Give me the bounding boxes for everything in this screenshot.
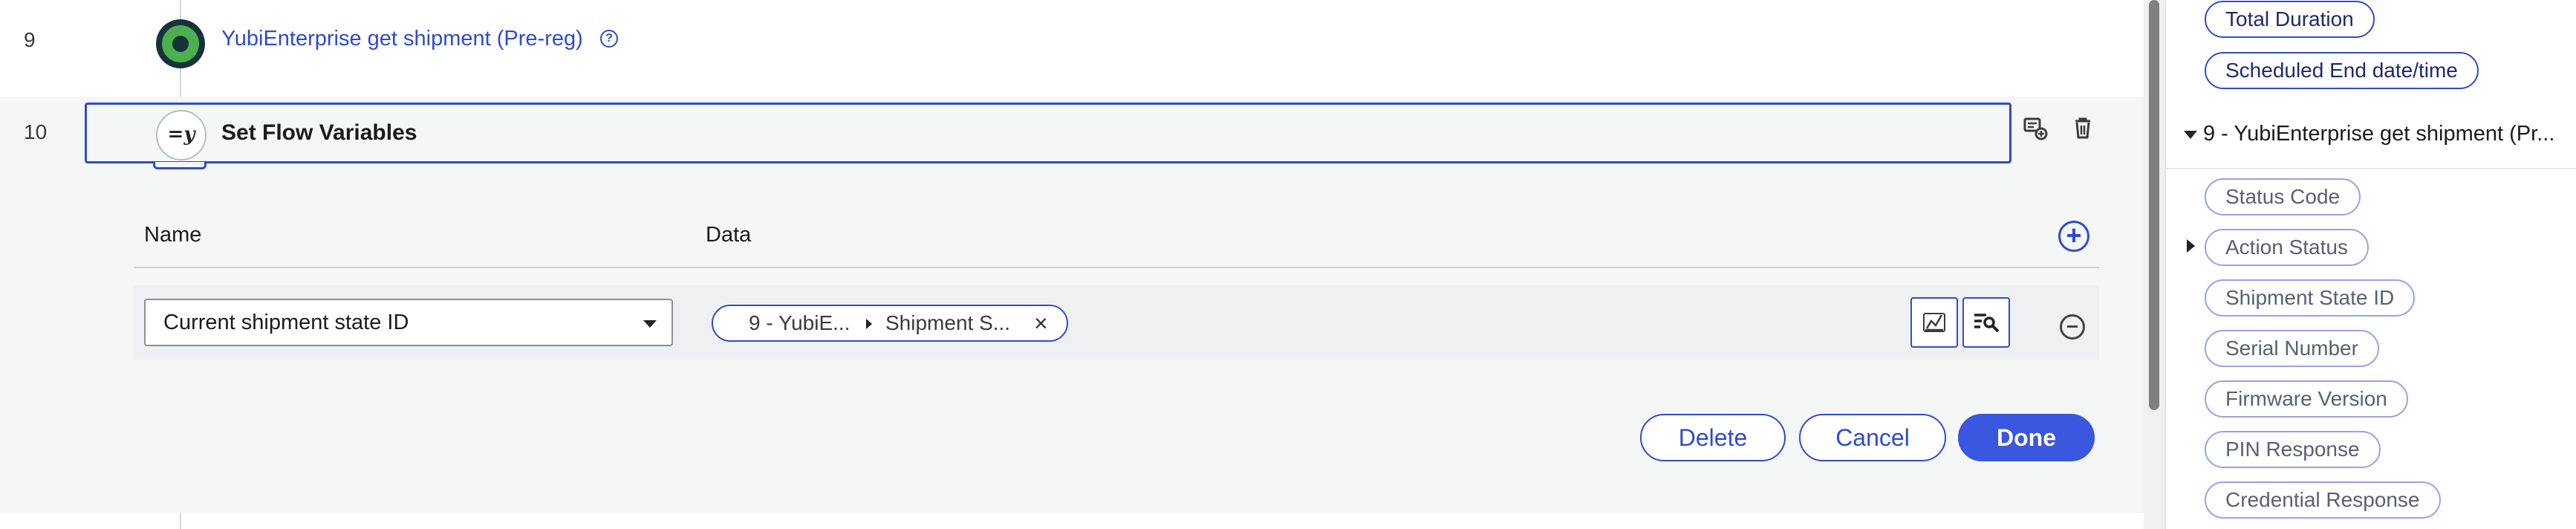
done-button[interactable]: Done	[1958, 414, 2095, 461]
step-number: 9	[24, 28, 36, 51]
expression-icon	[1923, 313, 1945, 332]
data-reference-pill[interactable]: 9 - YubiE... Shipment S... ×	[712, 305, 1068, 342]
flow-canvas: 9 YubiEnterprise get shipment (Pre-reg) …	[0, 0, 2144, 529]
data-chip[interactable]: Scheduled End date/time	[2205, 52, 2479, 89]
selected-step-tab	[153, 162, 206, 169]
variable-name-value: Current shipment state ID	[163, 311, 409, 334]
panel-border	[2164, 0, 2166, 529]
chevron-down-icon	[643, 320, 657, 328]
data-chip[interactable]: Status Code	[2205, 178, 2361, 215]
panel-section-header[interactable]: 9 - YubiEnterprise get shipment (Pr...	[2178, 120, 2572, 150]
data-chip[interactable]: Credential Response	[2205, 481, 2441, 519]
flow-connector-line	[180, 513, 181, 529]
set-variables-icon: =y	[156, 110, 206, 160]
variable-name-select[interactable]: Current shipment state ID	[144, 299, 673, 346]
column-header-data: Data	[706, 223, 752, 247]
close-icon[interactable]: ×	[1034, 306, 1048, 340]
step-number: 10	[24, 120, 48, 143]
section-divider	[2164, 168, 2576, 169]
expression-button[interactable]	[1910, 297, 1958, 348]
add-row-button[interactable]: +	[2058, 221, 2089, 252]
help-icon[interactable]: ?	[600, 30, 618, 48]
scrollbar-thumb[interactable]	[2149, 0, 2159, 410]
flow-connector-line	[180, 0, 181, 19]
node-dot	[172, 36, 189, 52]
pill-segment-step: 9 - YubiE...	[749, 311, 850, 334]
data-chip[interactable]: Serial Number	[2205, 330, 2379, 367]
data-chip[interactable]: Total Duration	[2205, 1, 2375, 38]
copy-step-icon[interactable]	[2022, 114, 2049, 141]
data-picker-button[interactable]	[1962, 297, 2010, 348]
header-divider	[134, 267, 2099, 268]
chevron-down-icon	[2184, 131, 2197, 139]
section-title: 9 - YubiEnterprise get shipment (Pr...	[2203, 122, 2555, 146]
step-title-link[interactable]: YubiEnterprise get shipment (Pre-reg)	[221, 27, 583, 51]
delete-button[interactable]: Delete	[1640, 414, 1786, 461]
data-chip[interactable]: Firmware Version	[2205, 380, 2408, 418]
cancel-button[interactable]: Cancel	[1799, 414, 1946, 461]
trash-icon[interactable]	[2069, 114, 2096, 141]
column-header-name: Name	[144, 223, 202, 247]
pill-segment-field: Shipment S...	[885, 311, 1011, 334]
step-title: Set Flow Variables	[221, 120, 417, 145]
flow-editor-screen: 9 YubiEnterprise get shipment (Pre-reg) …	[0, 0, 2576, 529]
data-picker-icon	[1974, 314, 2000, 333]
chevron-right-icon	[866, 319, 872, 329]
data-chip[interactable]: PIN Response	[2205, 431, 2381, 468]
minus-circle-icon[interactable]	[2060, 314, 2085, 340]
connector-node-icon[interactable]	[156, 19, 205, 68]
chevron-right-icon[interactable]	[2187, 239, 2195, 253]
data-chip[interactable]: Action Status	[2205, 229, 2369, 266]
data-chip[interactable]: Shipment State ID	[2205, 279, 2416, 317]
